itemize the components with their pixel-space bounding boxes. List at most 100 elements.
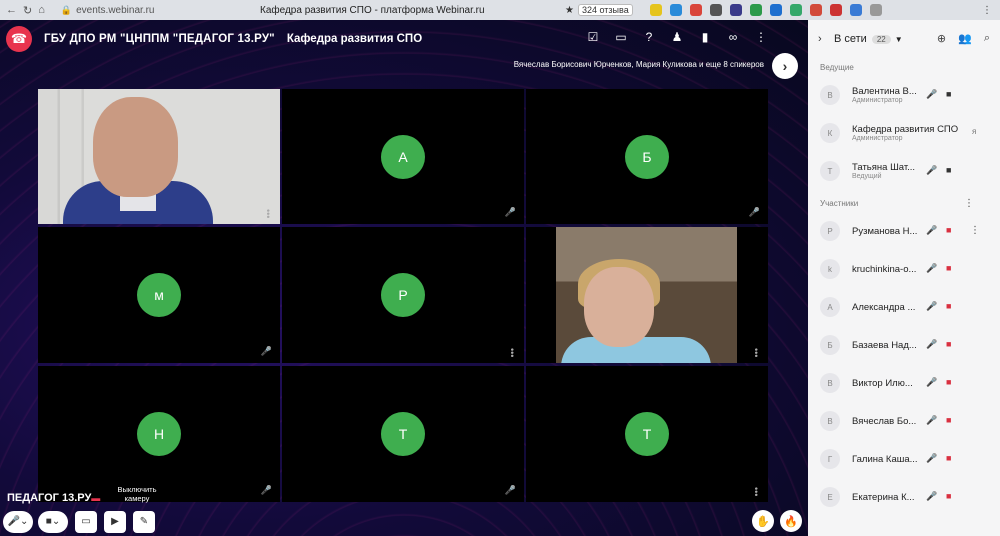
mic-off-icon: 🎤 <box>504 485 516 495</box>
home-icon[interactable]: ⌂ <box>38 4 45 17</box>
avatar: А <box>381 134 425 179</box>
effects-button[interactable]: ✎ <box>133 510 155 533</box>
questions-icon[interactable]: ? <box>642 30 656 44</box>
next-speakers-button[interactable]: › <box>772 53 798 79</box>
mic-off-icon[interactable]: 🎤 <box>926 415 937 426</box>
chevron-down-icon[interactable]: ⌄ <box>20 516 28 527</box>
avatar: Н <box>137 412 181 456</box>
camera-button[interactable]: ■ ⌄ <box>38 510 68 533</box>
extension-icon[interactable] <box>730 4 742 16</box>
video-tile[interactable]: Н 🎤 <box>38 366 280 502</box>
reaction-button[interactable]: 🔥 <box>780 510 802 532</box>
camera-off-icon[interactable]: ■ <box>946 377 951 387</box>
extension-icon[interactable] <box>810 4 822 16</box>
extension-icon[interactable] <box>850 4 862 16</box>
video-tile[interactable]: м 🎤 <box>38 227 280 363</box>
list-item[interactable]: В Валентина В... Администратор 🎤 ■ <box>808 76 1000 114</box>
video-tile[interactable]: А 🎤 <box>282 89 524 224</box>
participant-name: Базаева Над... <box>852 339 917 351</box>
participant-role: Администратор <box>852 135 903 142</box>
tile-menu-icon[interactable]: ••• <box>507 348 517 357</box>
video-tile[interactable]: ••• <box>38 89 280 224</box>
add-participant-icon[interactable]: ⊕ <box>937 32 946 45</box>
list-item[interactable]: Г Галина Каша... 🎤 ■ <box>808 440 1000 478</box>
raise-hand-button[interactable]: ✋ <box>752 510 774 532</box>
collapse-panel-icon[interactable]: › <box>818 33 834 45</box>
webinar-room: ☎ ГБУ ДПО РМ "ЦНППМ "ПЕДАГОГ 13.РУ" Кафе… <box>0 20 808 536</box>
mic-off-icon: 🎤 <box>260 485 272 495</box>
tile-menu-icon[interactable]: ••• <box>751 487 761 496</box>
video-tile[interactable]: Т ••• <box>526 366 768 502</box>
list-item[interactable]: Б Базаева Над... 🎤 ■ <box>808 326 1000 364</box>
tile-menu-icon[interactable]: ••• <box>263 209 273 218</box>
video-tile[interactable]: Р ••• <box>282 227 524 363</box>
list-item[interactable]: Т Татьяна Шат... Ведущий 🎤 ■ <box>808 152 1000 190</box>
list-item[interactable]: В Вячеслав Бо... 🎤 ■ <box>808 402 1000 440</box>
video-tile[interactable]: Б 🎤 <box>526 89 768 224</box>
camera-off-icon[interactable]: ■ <box>946 225 951 235</box>
camera-off-icon[interactable]: ■ <box>946 453 951 463</box>
mic-off-icon: 🎤 <box>504 207 516 217</box>
mic-off-icon[interactable]: 🎤 <box>926 453 937 464</box>
participants-icon[interactable]: ♟ <box>670 30 684 44</box>
browser-menu-icon[interactable]: ⋮ <box>982 5 992 16</box>
address-bar[interactable]: 🔒 events.webinar.ru <box>61 5 155 16</box>
camera-off-icon[interactable]: ■ <box>946 491 951 501</box>
extension-icon[interactable] <box>870 4 882 16</box>
extension-icon[interactable] <box>690 4 702 16</box>
participants-panel: › В сети 22 ▼ ⊕ 👥 ⌕ Ведущие В Валентина … <box>808 20 1000 536</box>
list-item[interactable]: k kruchinkina-o... 🎤 ■ <box>808 250 1000 288</box>
extension-icon[interactable] <box>790 4 802 16</box>
media-button[interactable]: ▶ <box>104 510 126 533</box>
extension-icon[interactable] <box>830 4 842 16</box>
chat-icon[interactable]: ▭ <box>614 30 628 44</box>
search-icon[interactable]: ⌕ <box>984 32 990 45</box>
chevron-down-icon[interactable]: ▼ <box>895 35 903 44</box>
group-icon[interactable]: 👥 <box>958 32 972 45</box>
mic-icon[interactable]: 🎤 <box>926 89 937 100</box>
list-item[interactable]: К Кафедра развития СПО Администратор я <box>808 114 1000 152</box>
leave-call-button[interactable]: ☎ <box>6 26 32 52</box>
list-item[interactable]: В Виктор Илю... 🎤 ■ <box>808 364 1000 402</box>
more-icon[interactable]: ⋮ <box>964 198 974 209</box>
mic-off-icon[interactable]: 🎤 <box>926 263 937 274</box>
list-item[interactable]: Е Екатерина К... 🎤 ■ <box>808 478 1000 516</box>
camera-off-icon[interactable]: ■ <box>946 339 951 349</box>
video-tile[interactable]: ••• <box>526 227 768 363</box>
more-icon[interactable]: ⋮ <box>970 225 980 236</box>
panel-header: › В сети 22 ▼ ⊕ 👥 ⌕ <box>808 20 1000 58</box>
back-icon[interactable]: ← <box>6 4 17 17</box>
list-item[interactable]: А Александра ... 🎤 ■ <box>808 288 1000 326</box>
mic-off-icon[interactable]: 🎤 <box>926 491 937 502</box>
chevron-down-icon[interactable]: ⌄ <box>52 516 60 527</box>
reload-icon[interactable]: ↻ <box>23 4 32 17</box>
list-item[interactable]: Р Рузманова Н... 🎤 ■ ⋮ <box>808 212 1000 250</box>
camera-off-icon[interactable]: ■ <box>946 263 951 273</box>
link-icon[interactable]: ∞ <box>726 30 740 44</box>
extension-icon[interactable] <box>650 4 662 16</box>
file-icon[interactable]: ▮ <box>698 30 712 44</box>
mic-icon[interactable]: 🎤 <box>926 225 937 236</box>
screen-share-button[interactable]: ▭ <box>75 510 97 533</box>
extension-icon[interactable] <box>710 4 722 16</box>
more-icon[interactable]: ⋮ <box>754 30 768 44</box>
camera-icon[interactable]: ■ <box>946 89 951 99</box>
reaction-controls: ✋ 🔥 <box>752 510 802 532</box>
tile-menu-icon[interactable]: ••• <box>751 348 761 357</box>
tasks-icon[interactable]: ☑ <box>586 30 600 44</box>
mic-icon: 🎤 <box>7 516 21 527</box>
mic-icon[interactable]: 🎤 <box>926 165 937 176</box>
extension-icon[interactable] <box>770 4 782 16</box>
extension-icon[interactable] <box>750 4 762 16</box>
extension-icon[interactable] <box>670 4 682 16</box>
camera-icon[interactable]: ■ <box>946 165 951 175</box>
camera-off-icon[interactable]: ■ <box>946 415 951 425</box>
camera-off-icon[interactable]: ■ <box>946 301 951 311</box>
mic-off-icon[interactable]: 🎤 <box>926 339 937 350</box>
lock-icon: 🔒 <box>60 4 73 15</box>
video-tile[interactable]: Т 🎤 <box>282 366 524 502</box>
mic-off-icon[interactable]: 🎤 <box>926 377 937 388</box>
rating-badge[interactable]: ★ 324 отзыва <box>565 4 633 16</box>
mic-off-icon[interactable]: 🎤 <box>926 301 937 312</box>
microphone-button[interactable]: 🎤 ⌄ <box>3 510 33 533</box>
